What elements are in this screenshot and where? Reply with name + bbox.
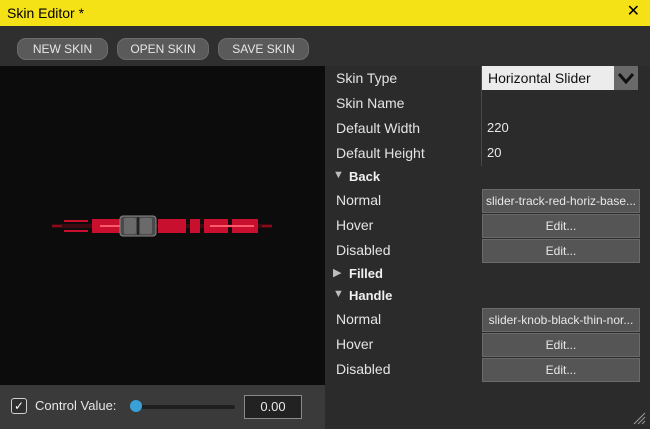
skin-type-label: Skin Type bbox=[336, 70, 398, 86]
back-hover-edit-button[interactable]: Edit... bbox=[482, 214, 640, 238]
toolbar: NEW SKIN OPEN SKIN SAVE SKIN bbox=[0, 26, 650, 66]
title-bar: Skin Editor * ✕ bbox=[0, 0, 650, 26]
default-height-field[interactable]: 20 bbox=[487, 145, 501, 160]
back-normal-row: Normal slider-track-red-horiz-base... bbox=[325, 188, 650, 213]
handle-hover-edit-button[interactable]: Edit... bbox=[482, 333, 640, 357]
skin-type-value: Horizontal Slider bbox=[488, 70, 591, 86]
default-height-label: Default Height bbox=[336, 145, 425, 161]
skin-type-row: Skin Type Horizontal Slider bbox=[325, 66, 650, 91]
handle-normal-button[interactable]: slider-knob-black-thin-nor... bbox=[482, 308, 640, 332]
open-skin-button[interactable]: OPEN SKIN bbox=[117, 38, 209, 60]
skin-name-label: Skin Name bbox=[336, 95, 405, 111]
chevron-down-icon[interactable] bbox=[614, 66, 638, 90]
skin-name-row: Skin Name bbox=[325, 91, 650, 116]
default-width-row: Default Width 220 bbox=[325, 116, 650, 141]
slider-knob bbox=[119, 215, 157, 237]
triangle-right-icon[interactable]: ▶ bbox=[333, 266, 341, 279]
window-title: Skin Editor * bbox=[7, 5, 85, 21]
handle-hover-label: Hover bbox=[336, 336, 374, 352]
handle-normal-row: Normal slider-knob-black-thin-nor... bbox=[325, 307, 650, 332]
close-icon[interactable]: ✕ bbox=[627, 3, 640, 21]
back-disabled-row: Disabled Edit... bbox=[325, 238, 650, 263]
slider-track bbox=[52, 219, 272, 233]
filled-section-title: Filled bbox=[349, 266, 383, 281]
handle-disabled-row: Disabled Edit... bbox=[325, 357, 650, 382]
default-width-label: Default Width bbox=[336, 120, 421, 136]
skin-type-select[interactable]: Horizontal Slider bbox=[482, 66, 638, 90]
handle-section-header[interactable]: ▼ Handle bbox=[325, 285, 650, 307]
control-value-label: Control Value: bbox=[35, 398, 117, 413]
handle-normal-label: Normal bbox=[336, 311, 382, 327]
control-value-checkbox[interactable]: ✓ bbox=[11, 398, 27, 414]
handle-hover-row: Hover Edit... bbox=[325, 332, 650, 357]
back-section-title: Back bbox=[349, 169, 381, 184]
back-disabled-edit-button[interactable]: Edit... bbox=[482, 239, 640, 263]
handle-section-title: Handle bbox=[349, 288, 393, 303]
back-hover-row: Hover Edit... bbox=[325, 213, 650, 238]
slider-preview-graphic bbox=[52, 215, 272, 237]
triangle-down-icon[interactable]: ▼ bbox=[333, 288, 344, 300]
default-width-field[interactable]: 220 bbox=[487, 120, 509, 135]
properties-panel: Skin Type Horizontal Slider Skin Name De… bbox=[325, 66, 650, 429]
triangle-down-icon[interactable]: ▼ bbox=[333, 169, 344, 181]
control-value-bar: ✓ Control Value: 0.00 bbox=[0, 385, 325, 429]
filled-section-header[interactable]: ▶ Filled bbox=[325, 263, 650, 285]
back-hover-label: Hover bbox=[336, 217, 374, 233]
new-skin-button[interactable]: NEW SKIN bbox=[17, 38, 108, 60]
back-normal-label: Normal bbox=[336, 192, 382, 208]
control-value-slider-knob[interactable] bbox=[130, 400, 142, 412]
default-height-row: Default Height 20 bbox=[325, 141, 650, 166]
control-value-field[interactable]: 0.00 bbox=[244, 395, 302, 419]
handle-disabled-label: Disabled bbox=[336, 361, 391, 377]
handle-disabled-edit-button[interactable]: Edit... bbox=[482, 358, 640, 382]
resize-grip-icon[interactable] bbox=[632, 411, 646, 425]
back-disabled-label: Disabled bbox=[336, 242, 391, 258]
back-section-header[interactable]: ▼ Back bbox=[325, 166, 650, 188]
skin-preview bbox=[0, 66, 325, 385]
control-value-slider-track[interactable] bbox=[135, 405, 235, 409]
back-normal-button[interactable]: slider-track-red-horiz-base... bbox=[482, 189, 640, 213]
save-skin-button[interactable]: SAVE SKIN bbox=[218, 38, 309, 60]
